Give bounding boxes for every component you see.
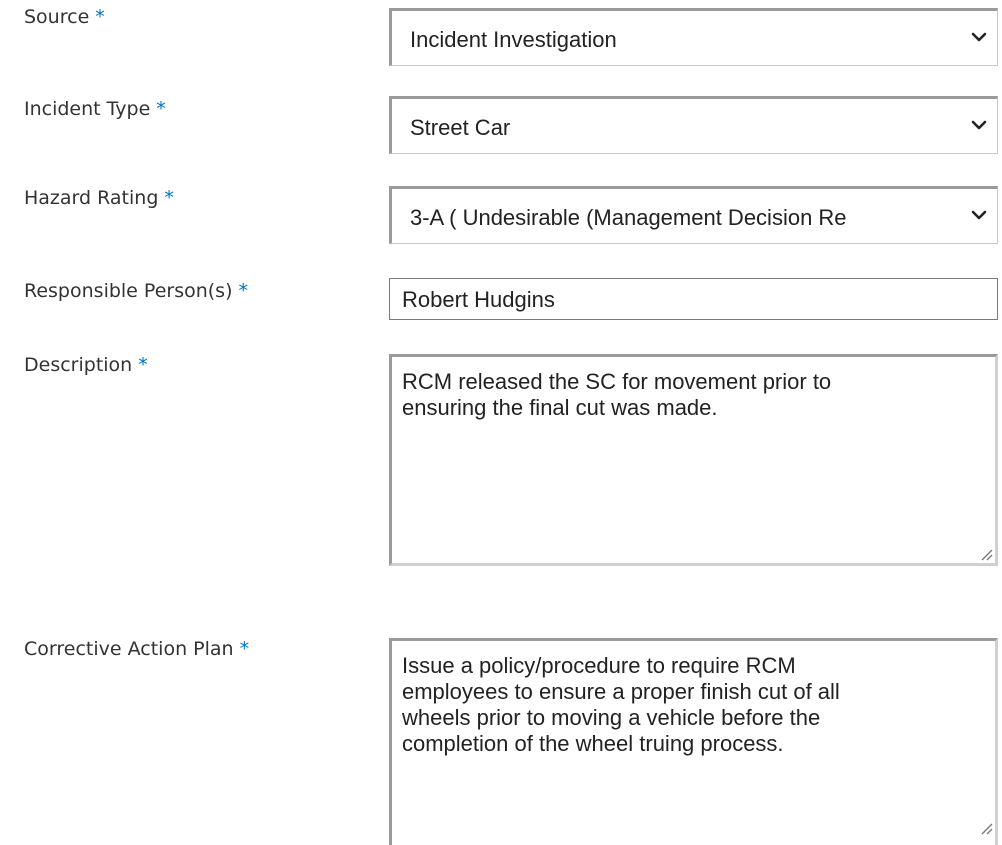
source-label-text: Source: [24, 6, 90, 28]
source-select-value: Incident Investigation: [410, 27, 617, 52]
resize-grip-icon[interactable]: [979, 547, 993, 561]
incident-type-select-value: Street Car: [410, 115, 511, 140]
description-label-text: Description: [24, 354, 133, 376]
required-marker: *: [138, 354, 148, 376]
hazard-rating-select-value: 3-A ( Undesirable (Management Decision R…: [410, 205, 847, 230]
chevron-down-icon: [971, 32, 987, 42]
responsible-persons-label: Responsible Person(s) *: [24, 280, 248, 302]
corrective-action-plan-label: Corrective Action Plan *: [24, 638, 249, 660]
incident-type-select[interactable]: Street Car: [389, 96, 998, 154]
corrective-action-plan-text: Issue a policy/procedure to require RCM …: [402, 653, 840, 756]
description-text: RCM released the SC for movement prior t…: [402, 369, 832, 420]
chevron-down-icon: [971, 210, 987, 220]
source-select[interactable]: Incident Investigation: [389, 8, 998, 66]
description-textarea[interactable]: RCM released the SC for movement prior t…: [389, 354, 998, 566]
incident-type-label-text: Incident Type: [24, 98, 151, 120]
required-marker: *: [164, 187, 174, 209]
hazard-rating-label-text: Hazard Rating: [24, 187, 159, 209]
corrective-action-plan-textarea[interactable]: Issue a policy/procedure to require RCM …: [389, 638, 998, 845]
hazard-rating-select[interactable]: 3-A ( Undesirable (Management Decision R…: [389, 186, 998, 244]
resize-grip-icon[interactable]: [979, 821, 993, 835]
required-marker: *: [156, 98, 166, 120]
required-marker: *: [238, 280, 248, 302]
chevron-down-icon: [971, 120, 987, 130]
incident-type-label: Incident Type *: [24, 98, 166, 120]
source-label: Source *: [24, 6, 105, 28]
hazard-rating-label: Hazard Rating *: [24, 187, 174, 209]
required-marker: *: [95, 6, 105, 28]
responsible-persons-label-text: Responsible Person(s): [24, 280, 233, 302]
responsible-persons-input[interactable]: Robert Hudgins: [389, 278, 998, 320]
corrective-action-plan-label-text: Corrective Action Plan: [24, 638, 234, 660]
responsible-persons-value: Robert Hudgins: [402, 287, 555, 312]
corrective-action-form: Source * Incident Investigation Incident …: [0, 0, 1002, 845]
description-label: Description *: [24, 354, 148, 376]
required-marker: *: [239, 638, 250, 660]
